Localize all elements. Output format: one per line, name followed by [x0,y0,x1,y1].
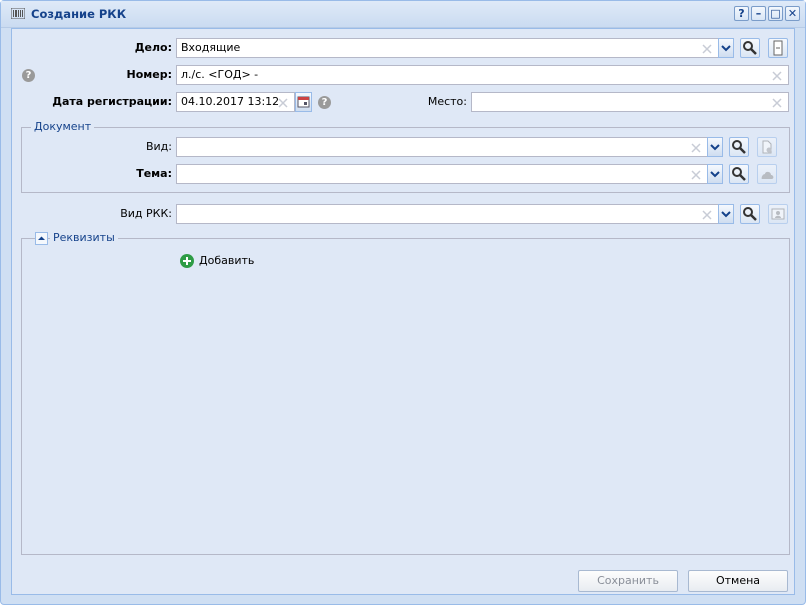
help-button[interactable]: ? [734,6,749,21]
delo-search-button[interactable] [740,38,760,58]
date-picker-trigger[interactable] [295,92,312,112]
data-reg-input[interactable]: 04.10.2017 13:12 [176,92,295,112]
search-icon [743,207,757,221]
clear-icon[interactable] [702,210,712,220]
delo-value: Входящие [181,41,241,54]
mesto-input[interactable] [471,92,789,112]
vid-search-button[interactable] [729,137,749,157]
nomer-label: Номер: [126,68,173,81]
rekvizity-fieldset: Реквизиты Добавить [21,231,790,555]
title-bar[interactable]: Создание РКК ? – □ ✕ [1,1,805,28]
clear-icon[interactable] [702,44,712,54]
vid-rkk-label: Вид РКК: [120,207,172,220]
dropdown-arrow-icon [710,144,720,151]
window-title: Создание РКК [31,7,127,21]
tema-dropdown-trigger[interactable] [707,164,723,184]
vid-rkk-search-button[interactable] [740,204,760,224]
minimize-button[interactable]: – [751,6,766,21]
delo-dropdown-trigger[interactable] [718,38,734,58]
document-legend: Документ [31,120,95,134]
close-button[interactable]: ✕ [785,6,800,21]
card-icon [773,40,783,56]
search-icon [732,140,746,154]
dropdown-arrow-icon [721,211,731,218]
cancel-button[interactable]: Отмена [688,570,788,592]
cloud-icon [761,171,774,179]
calendar-icon [297,96,310,108]
barcode-icon [11,8,25,19]
delo-card-button[interactable] [768,38,788,58]
nomer-value: л./с. <ГОД> - [181,68,259,81]
clear-icon[interactable] [691,143,701,153]
vid-rkk-dropdown-trigger[interactable] [718,204,734,224]
mesto-label: Место: [427,95,467,108]
delo-label: Дело: [134,41,172,54]
add-icon [180,254,194,268]
clear-icon[interactable] [772,71,782,81]
collapse-icon [38,236,45,240]
dropdown-arrow-icon [721,45,731,52]
nomer-input[interactable]: л./с. <ГОД> - [176,65,789,85]
dialog-window: Создание РКК ? – □ ✕ Дело: Входящие ? Но… [0,0,806,605]
save-button[interactable]: Сохранить [578,570,678,592]
document-gear-icon [762,140,772,154]
delo-combobox[interactable]: Входящие [176,38,719,58]
tema-cloud-button[interactable] [757,164,777,184]
maximize-button[interactable]: □ [768,6,783,21]
add-label: Добавить [199,254,255,267]
form-body: Дело: Входящие ? Номер: л./с. <ГОД> - Да… [11,28,795,595]
tema-combobox[interactable] [176,164,708,184]
search-icon [732,167,746,181]
vid-label: Вид: [145,140,172,153]
vid-combobox[interactable] [176,137,708,157]
data-reg-label: Дата регистрации: [52,95,172,108]
document-fieldset: Документ Вид: Тема: [21,120,790,193]
data-reg-value: 04.10.2017 13:12 [181,95,280,108]
vid-rkk-card-button[interactable] [768,204,788,224]
dropdown-arrow-icon [710,171,720,178]
vid-settings-button[interactable] [757,137,777,157]
clear-icon[interactable] [278,98,288,108]
search-icon [743,41,757,55]
help-icon[interactable]: ? [318,96,331,109]
vid-rkk-combobox[interactable] [176,204,719,224]
clear-icon[interactable] [691,170,701,180]
id-card-icon [771,208,785,220]
tema-label: Тема: [136,167,172,180]
rekvizity-legend: Реквизиты [50,231,118,245]
vid-dropdown-trigger[interactable] [707,137,723,157]
collapse-button[interactable] [35,232,48,245]
tema-search-button[interactable] [729,164,749,184]
clear-icon[interactable] [772,98,782,108]
